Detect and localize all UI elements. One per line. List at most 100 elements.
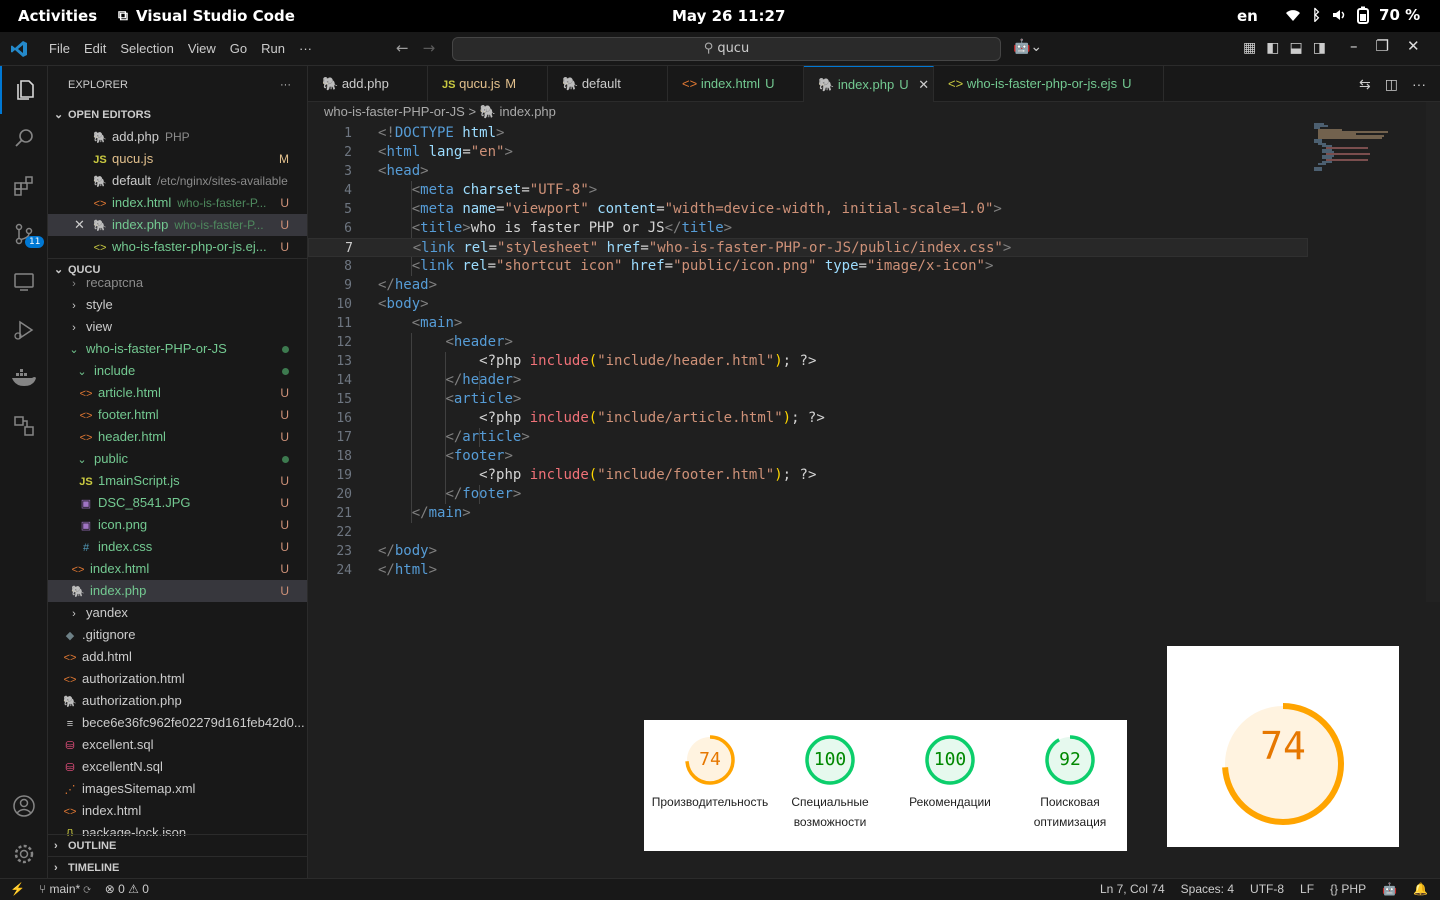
tree-file[interactable]: ⛁ excellent.sql [48,734,307,756]
open-editors-section[interactable]: ⌄ OPEN EDITORS [48,104,307,126]
tree-file[interactable]: <> add.html [48,646,307,668]
git-status: U [280,218,289,232]
menu-edit[interactable]: Edit [77,41,113,56]
tree-file[interactable]: <> authorization.html [48,668,307,690]
tree-file[interactable]: <> index.html U [48,558,307,580]
open-editor-item[interactable]: 🐘 add.php PHP [48,126,307,148]
tree-file[interactable]: <> article.html U [48,382,307,404]
more-editor-actions-icon[interactable]: ··· [1412,76,1426,93]
toggle-panel-icon[interactable]: ⬓ [1289,40,1302,56]
outline-section[interactable]: › OUTLINE [48,834,307,856]
tree-folder[interactable]: ⌄ who-is-faster-PHP-or-JS [48,338,307,360]
close-editor-icon[interactable]: ✕ [74,214,92,236]
breadcrumb-folder[interactable]: who-is-faster-PHP-or-JS [324,104,465,119]
search-view-icon[interactable] [0,114,48,162]
tree-file[interactable]: JS 1mainScript.js U [48,470,307,492]
editor-scrollbar[interactable] [1426,102,1440,602]
app-menu[interactable]: ⧉ Visual Studio Code [118,7,295,25]
tree-file-selected[interactable]: 🐘 index.php U [48,580,307,602]
git-branch[interactable]: ⑂ main* ⟳ [39,879,91,900]
tree-file[interactable]: ≡ bece6e36fc962fe02279d161feb42d0... [48,712,307,734]
tree-file[interactable]: 🐘 authorization.php [48,690,307,712]
tab-index-html[interactable]: <> index.html U [668,66,804,102]
source-control-icon[interactable]: 11 [0,210,48,258]
remote-explorer-icon[interactable] [0,258,48,306]
code-editor[interactable]: 1 <!DOCTYPE html> 2 <html lang="en"> 3 <hea… [308,124,1308,580]
tree-file[interactable]: ⛁ excellentN.sql [48,756,307,778]
forward-arrow-icon[interactable]: → [423,39,436,57]
explorer-icon[interactable] [0,66,48,114]
tree-folder[interactable]: ⌄ public [48,448,307,470]
close-tab-icon[interactable]: ✕ [918,77,929,92]
timeline-section[interactable]: › TIMELINE [48,856,307,878]
menu-more[interactable]: ··· [292,41,319,56]
menu-run[interactable]: Run [254,41,292,56]
close-window-icon[interactable]: ✕ [1407,37,1420,55]
copilot-icon[interactable]: 🤖⌄ [1013,39,1042,55]
problems-indicator[interactable]: ⊗ 0 ⚠ 0 [105,879,149,900]
open-editor-item[interactable]: <> index.html who-is-faster-P... U [48,192,307,214]
cursor-position[interactable]: Ln 7, Col 74 [1100,879,1165,900]
command-center-search[interactable]: ⚲ qucu [452,37,1001,61]
language-mode[interactable]: {} PHP [1330,879,1366,900]
tree-file[interactable]: ▣ DSC_8541.JPG U [48,492,307,514]
indentation[interactable]: Spaces: 4 [1181,879,1234,900]
open-editor-item[interactable]: JS qucu.js M [48,148,307,170]
tree-file[interactable]: ⋰ imagesSitemap.xml [48,778,307,800]
tree-file[interactable]: # index.css U [48,536,307,558]
open-editor-item[interactable]: <> who-is-faster-php-or-js.ej... U [48,236,307,258]
accounts-icon[interactable] [0,782,48,830]
tab-qucu-js[interactable]: JS qucu.js M [428,66,548,102]
system-tray[interactable]: ᛒ 70 % [1284,6,1420,24]
minimap[interactable] [1312,122,1412,182]
tree-folder[interactable]: › view [48,316,307,338]
docker-icon[interactable] [0,354,48,402]
tree-file[interactable]: ▣ icon.png U [48,514,307,536]
open-editor-item[interactable]: 🐘 default/etc/nginx/sites-available [48,170,307,192]
tree-file[interactable]: <> header.html U [48,426,307,448]
activities-button[interactable]: Activities [18,7,97,25]
extensions-icon[interactable] [0,162,48,210]
toggle-secondary-sidebar-icon[interactable]: ◨ [1313,40,1326,56]
tab-default[interactable]: 🐘 default [548,66,668,102]
maximize-icon[interactable]: ❐ [1376,37,1389,55]
run-debug-icon[interactable] [0,306,48,354]
tree-folder[interactable]: › recaptcha [48,280,307,294]
more-actions-icon[interactable]: ··· [280,66,291,104]
menu-selection[interactable]: Selection [113,41,180,56]
tab-ejs[interactable]: <> who-is-faster-php-or-js.ejs U [934,66,1164,102]
remote-indicator-icon[interactable]: ⚡ [10,879,25,900]
folder-section[interactable]: ⌄ QUCU [48,258,307,280]
keyboard-layout[interactable]: en [1237,7,1258,25]
minimize-icon[interactable]: – [1350,37,1358,55]
tree-file[interactable]: ◆ .gitignore [48,624,307,646]
copilot-status-icon[interactable]: 🤖 [1382,879,1397,900]
clock[interactable]: May 26 11:27 [672,7,785,25]
encoding[interactable]: UTF-8 [1250,879,1284,900]
line-number: 2 [344,145,352,160]
toggle-sidebar-icon[interactable]: ◧ [1266,40,1279,56]
notifications-bell-icon[interactable]: 🔔 [1413,879,1428,900]
split-editor-icon[interactable]: ◫ [1385,76,1398,93]
menu-file[interactable]: File [42,41,77,56]
tree-folder[interactable]: › style [48,294,307,316]
tab-add-php[interactable]: 🐘 add.php [308,66,428,102]
breadcrumb-file[interactable]: index.php [500,104,556,119]
tree-file[interactable]: <> footer.html U [48,404,307,426]
tab-index-php-active[interactable]: 🐘 index.php U ✕ [804,66,934,102]
compare-changes-icon[interactable]: ⇆ [1359,76,1371,93]
remote-containers-icon[interactable] [0,402,48,450]
git-status: U [280,562,289,576]
settings-gear-icon[interactable] [0,830,48,878]
tree-folder[interactable]: ⌄ include [48,360,307,382]
tree-folder[interactable]: › yandex [48,602,307,624]
customize-layout-icon[interactable]: ▦ [1243,40,1256,56]
back-arrow-icon[interactable]: ← [396,39,409,57]
open-editors-label: OPEN EDITORS [68,109,151,121]
line-ending[interactable]: LF [1300,879,1314,900]
open-editor-item-active[interactable]: ✕ 🐘 index.php who-is-faster-P... U [48,214,307,236]
menu-go[interactable]: Go [223,41,254,56]
menu-view[interactable]: View [181,41,223,56]
file-name: index.html [90,561,150,576]
tree-file[interactable]: <> index.html [48,800,307,822]
